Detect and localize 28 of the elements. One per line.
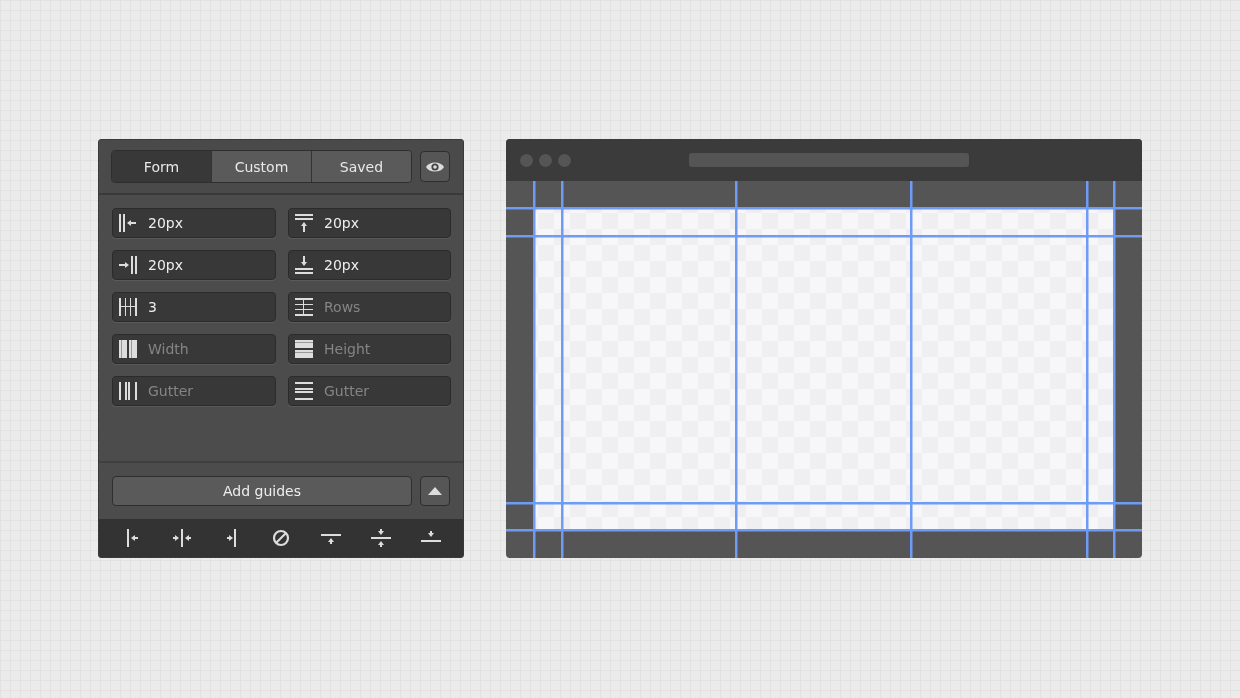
slashed-circle-icon [271, 528, 292, 548]
tab[interactable]: Custom [211, 151, 311, 182]
input-field[interactable]: 3 [112, 292, 276, 322]
arrow-line-right-icon [227, 528, 237, 548]
window-dot [520, 153, 533, 167]
window-dot [539, 153, 552, 167]
toolbar-button[interactable] [371, 528, 392, 548]
input-field[interactable]: 20px [288, 250, 451, 280]
line-arrows-inward-icon [171, 528, 192, 548]
line-arrow-left-icon [126, 528, 138, 548]
input-field[interactable]: Width [112, 334, 276, 364]
window-dot [558, 153, 571, 167]
input-field[interactable]: Height [288, 334, 451, 364]
triangle-up-icon [428, 487, 442, 495]
toolbar-button[interactable] [271, 528, 292, 548]
line-arrows-inward-icon [371, 528, 392, 548]
input-field[interactable]: Gutter [112, 376, 276, 406]
input-field[interactable]: 20px [112, 250, 276, 280]
tab[interactable]: Saved [311, 151, 411, 182]
eye-button[interactable] [420, 151, 450, 182]
input-field[interactable]: Rows [288, 292, 451, 322]
tab[interactable]: Form [112, 151, 211, 182]
add-guides-button[interactable]: Add guides [112, 476, 412, 506]
toolbar-button[interactable] [171, 528, 192, 548]
input-field[interactable]: Gutter [288, 376, 451, 406]
collapse-button[interactable] [420, 476, 450, 506]
input-field[interactable]: 20px [288, 208, 451, 238]
input-field[interactable]: 20px [112, 208, 276, 238]
